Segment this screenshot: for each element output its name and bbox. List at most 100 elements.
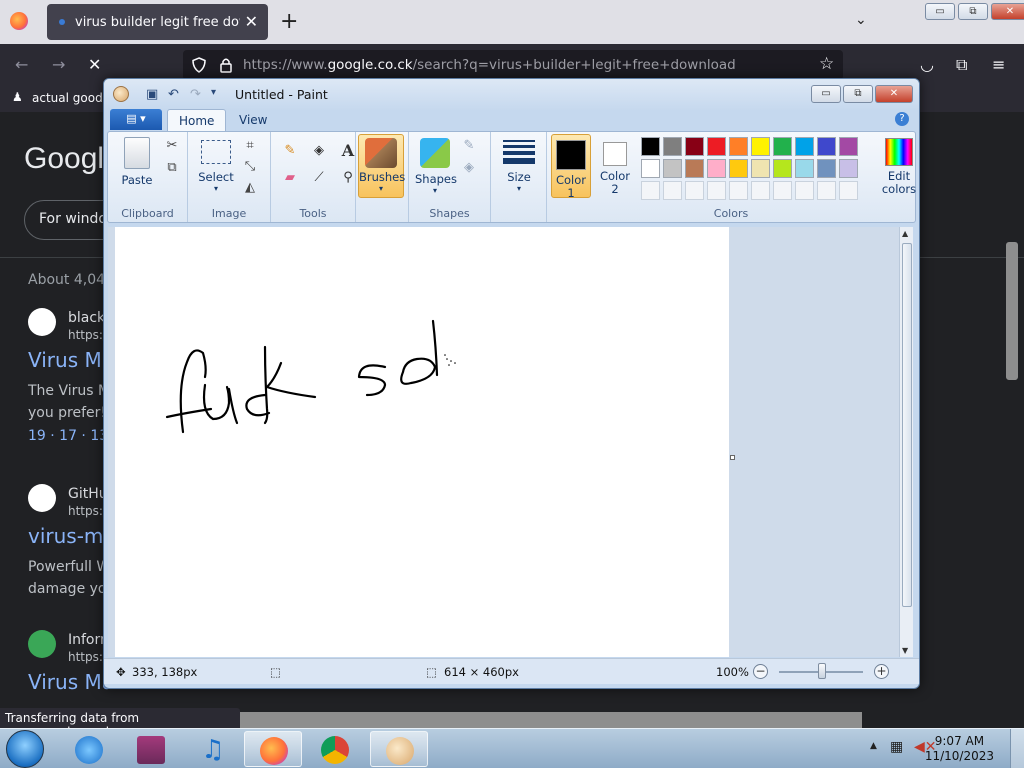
browser-tab[interactable]: virus builder legit free download ✕ <box>47 4 268 40</box>
show-desktop-button[interactable] <box>1010 729 1024 768</box>
scroll-down-icon[interactable]: ▼ <box>902 646 908 655</box>
scroll-thumb[interactable] <box>902 243 912 607</box>
minimize-button[interactable]: ▭ <box>811 85 841 103</box>
tab-home[interactable]: Home <box>167 109 227 132</box>
customize-qat-icon[interactable]: ▾ <box>211 87 216 98</box>
palette-swatch[interactable] <box>641 181 660 200</box>
google-logo[interactable]: Googl <box>24 142 104 176</box>
palette-swatch[interactable] <box>839 181 858 200</box>
menu-icon[interactable]: ≡ <box>992 55 1005 74</box>
fill-shape-icon[interactable]: ◈ <box>459 158 479 178</box>
forward-icon[interactable]: → <box>52 55 65 74</box>
palette-swatch[interactable] <box>839 137 858 156</box>
resize-icon[interactable]: ⤡ <box>240 157 260 177</box>
fill-icon[interactable]: ◈ <box>308 140 330 162</box>
crop-icon[interactable]: ⌗ <box>240 136 260 156</box>
minimize-button[interactable]: ▭ <box>925 3 955 20</box>
palette-swatch[interactable] <box>685 137 704 156</box>
extensions-icon[interactable]: ⧉ <box>956 55 967 75</box>
zoom-slider-thumb[interactable] <box>818 663 826 679</box>
bookmark-item[interactable]: actual good r <box>32 91 111 105</box>
palette-swatch[interactable] <box>817 137 836 156</box>
new-tab-button[interactable]: + <box>280 9 298 34</box>
taskbar-paint[interactable] <box>370 731 428 767</box>
palette-swatch[interactable] <box>817 181 836 200</box>
save-icon[interactable]: ▣ <box>146 87 158 102</box>
url-bar[interactable]: https://www.google.co.ck/search?q=virus+… <box>183 50 843 80</box>
palette-swatch[interactable] <box>663 159 682 178</box>
result-title[interactable]: Virus M <box>28 348 102 372</box>
show-hidden-icons[interactable]: ▲ <box>870 741 877 751</box>
palette-swatch[interactable] <box>685 181 704 200</box>
palette-swatch[interactable] <box>707 137 726 156</box>
palette-swatch[interactable] <box>773 181 792 200</box>
tracking-protection-icon[interactable] <box>191 57 207 73</box>
palette-swatch[interactable] <box>795 159 814 178</box>
palette-swatch[interactable] <box>795 137 814 156</box>
restore-button[interactable]: ⧉ <box>958 3 988 20</box>
taskbar-winrar[interactable] <box>122 731 180 767</box>
canvas-vertical-scrollbar[interactable]: ▲ ▼ <box>899 227 913 657</box>
palette-swatch[interactable] <box>839 159 858 178</box>
stop-icon[interactable]: ✕ <box>88 55 101 74</box>
palette-swatch[interactable] <box>773 137 792 156</box>
zoom-in-button[interactable]: + <box>874 664 889 679</box>
taskbar-chrome[interactable] <box>306 731 364 767</box>
palette-swatch[interactable] <box>729 159 748 178</box>
paint-menu-button[interactable]: ▤ ▾ <box>110 109 162 130</box>
canvas-resize-handle[interactable] <box>730 455 735 460</box>
palette-swatch[interactable] <box>663 181 682 200</box>
palette-swatch[interactable] <box>729 137 748 156</box>
pocket-icon[interactable]: ◡ <box>920 55 934 74</box>
palette-swatch[interactable] <box>729 181 748 200</box>
back-icon[interactable]: ← <box>15 55 28 74</box>
close-window-button[interactable]: ✕ <box>991 3 1024 20</box>
select-button[interactable]: Select ▾ <box>196 140 236 193</box>
taskbar-firefox[interactable] <box>244 731 302 767</box>
brushes-button[interactable]: Brushes ▾ <box>358 134 405 198</box>
redo-icon[interactable]: ↷ <box>190 87 201 102</box>
tab-view[interactable]: View <box>228 109 278 132</box>
pencil-icon[interactable]: ✎ <box>279 140 301 162</box>
palette-swatch[interactable] <box>751 137 770 156</box>
edit-colors-button[interactable]: Edit colors <box>879 134 919 196</box>
result-links[interactable]: 19 · 17 · 13 <box>28 428 108 444</box>
palette-swatch[interactable] <box>795 181 814 200</box>
palette-swatch[interactable] <box>707 159 726 178</box>
result-title[interactable]: Virus Ma <box>28 670 114 694</box>
palette-swatch[interactable] <box>773 159 792 178</box>
help-icon[interactable]: ? <box>895 112 909 126</box>
eraser-icon[interactable]: ▰ <box>279 167 301 189</box>
paste-button[interactable]: Paste <box>116 137 158 187</box>
taskbar-internet-explorer[interactable] <box>60 731 118 767</box>
list-all-tabs-icon[interactable]: ⌄ <box>855 12 867 28</box>
maximize-button[interactable]: ⧉ <box>843 85 873 103</box>
close-tab-icon[interactable]: ✕ <box>245 12 258 31</box>
size-button[interactable]: Size ▾ <box>499 134 539 193</box>
horizontal-scrollbar[interactable] <box>240 712 862 728</box>
copy-icon[interactable]: ⧉ <box>162 158 182 178</box>
cut-icon[interactable]: ✂ <box>162 136 182 156</box>
palette-swatch[interactable] <box>751 159 770 178</box>
close-paint-button[interactable]: ✕ <box>875 85 913 103</box>
paint-title-bar[interactable]: ▣ ↶ ↷ ▾ Untitled - Paint ▭ ⧉ ✕ <box>104 79 919 111</box>
zoom-out-button[interactable]: − <box>753 664 768 679</box>
color1-button[interactable]: Color 1 <box>551 134 591 200</box>
outline-icon[interactable]: ✎ <box>459 136 479 156</box>
rotate-icon[interactable]: ◭ <box>240 178 260 198</box>
undo-icon[interactable]: ↶ <box>168 87 179 102</box>
page-scrollbar[interactable] <box>1006 242 1018 380</box>
clock[interactable]: 9:07 AM 11/10/2023 <box>925 734 994 764</box>
start-button[interactable] <box>6 730 44 768</box>
palette-swatch[interactable] <box>663 137 682 156</box>
scroll-up-icon[interactable]: ▲ <box>902 229 908 238</box>
drawing-canvas[interactable] <box>115 227 729 657</box>
taskbar-itunes[interactable]: ♫ <box>184 731 242 767</box>
color-picker-icon[interactable]: ⟋ <box>308 167 330 189</box>
palette-swatch[interactable] <box>641 137 660 156</box>
shapes-button[interactable]: Shapes ▾ <box>415 132 457 195</box>
bookmark-star-icon[interactable]: ☆ <box>819 54 834 74</box>
palette-swatch[interactable] <box>707 181 726 200</box>
palette-swatch[interactable] <box>641 159 660 178</box>
paint-app-icon[interactable] <box>113 86 129 102</box>
